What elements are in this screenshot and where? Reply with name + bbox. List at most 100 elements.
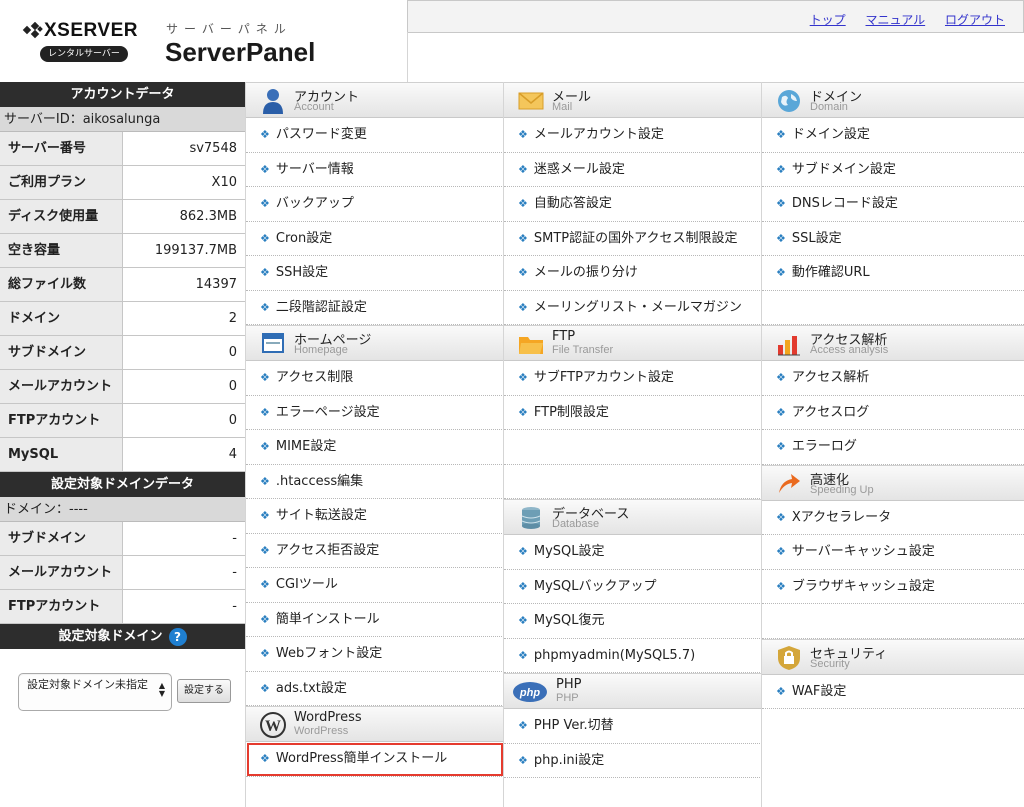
menu-item[interactable]: ❖ Cron設定: [246, 222, 504, 256]
menu-item-label: Cron設定: [275, 230, 333, 246]
menu-arrow-icon: ❖: [776, 405, 786, 419]
menu-item[interactable]: ❖ Xアクセラレータ: [762, 501, 1024, 535]
section-header-security: セキュリティ Security: [762, 638, 1024, 675]
menu-item-label: 二段階認証設定: [275, 299, 367, 315]
menu-item[interactable]: ❖ Webフォント設定: [246, 637, 504, 672]
menu-item[interactable]: ❖ パスワード変更: [246, 118, 504, 153]
empty-menu-cell: [504, 465, 762, 499]
section-title: FTP: [552, 329, 576, 344]
menu-item[interactable]: ❖ ads.txt設定: [246, 672, 504, 706]
menu-item-label: サーバー情報: [275, 161, 354, 177]
target-domain-select[interactable]: 設定対象ドメイン未指定 ▲ ▼: [18, 673, 172, 711]
menu-item-label: ブラウザキャッシュ設定: [791, 578, 935, 594]
menu-arrow-icon: ❖: [260, 543, 270, 557]
menu-item-label: 動作確認URL: [791, 265, 870, 280]
section-subtitle: WordPress: [294, 725, 349, 737]
section-title: PHP: [556, 677, 582, 692]
top-link-logout[interactable]: ログアウト: [945, 13, 1005, 27]
section-subtitle: PHP: [556, 692, 579, 704]
menu-item[interactable]: ❖ サーバーキャッシュ設定: [762, 535, 1024, 570]
menu-item[interactable]: ❖ PHP Ver.切替: [504, 709, 762, 744]
section-header-wordpress: W WordPress WordPress: [246, 706, 504, 742]
side-row-value: 14397: [123, 268, 245, 301]
menu-arrow-icon: ❖: [518, 753, 528, 767]
menu-item[interactable]: ❖ ドメイン設定: [762, 118, 1024, 153]
menu-item-label: DNSレコード設定: [791, 196, 898, 211]
menu-item[interactable]: ❖ バックアップ: [246, 187, 504, 222]
menu-item[interactable]: ❖ エラーログ: [762, 430, 1024, 465]
help-icon[interactable]: ?: [168, 627, 187, 646]
menu-item[interactable]: ❖ DNSレコード設定: [762, 187, 1024, 222]
target-domain-title: 設定対象ドメイン: [58, 629, 163, 644]
menu-item[interactable]: ❖ 迷惑メール設定: [504, 153, 762, 187]
section-header-file-transfer: FTP File Transfer: [504, 325, 762, 361]
menu-arrow-icon: ❖: [260, 752, 270, 765]
menu-item-label: アクセスログ: [791, 404, 870, 420]
menu-item[interactable]: ❖ MySQLバックアップ: [504, 570, 762, 604]
menu-item-label: PHP Ver.切替: [533, 718, 614, 733]
menu-item[interactable]: ❖ WordPress簡単インストール: [246, 742, 504, 777]
side-row-value: 2: [123, 302, 245, 335]
section-subtitle: Homepage: [294, 344, 348, 356]
domain-data-heading: 設定対象ドメインデータ: [0, 472, 245, 497]
menu-item[interactable]: ❖ php.ini設定: [504, 744, 762, 778]
top-links: トップ マニュアル ログアウト: [794, 11, 1005, 28]
menu-item[interactable]: ❖ エラーページ設定: [246, 396, 504, 430]
menu-item[interactable]: ❖ アクセスログ: [762, 396, 1024, 430]
menu-item[interactable]: ❖ サブFTPアカウント設定: [504, 361, 762, 396]
menu-item[interactable]: ❖ アクセス解析: [762, 361, 1024, 396]
menu-item[interactable]: ❖ WAF設定: [762, 675, 1024, 709]
menu-item[interactable]: ❖ SMTP認証の国外アクセス制限設定: [504, 222, 762, 256]
menu-item[interactable]: ❖ アクセス制限: [246, 361, 504, 396]
menu-item-label: サブFTPアカウント設定: [533, 370, 674, 385]
menu-item[interactable]: ❖ MySQL設定: [504, 535, 762, 570]
security-lock-icon: [776, 645, 802, 671]
menu-item-label: アクセス拒否設定: [275, 542, 380, 558]
menu-item[interactable]: ❖ メールアカウント設定: [504, 118, 762, 153]
menu-item[interactable]: ❖ phpmyadmin(MySQL5.7): [504, 639, 762, 673]
menu-item[interactable]: ❖ 二段階認証設定: [246, 291, 504, 325]
menu-item-label: .htaccess編集: [275, 473, 364, 489]
side-row-value: X10: [123, 166, 245, 199]
set-domain-button[interactable]: 設定する: [177, 679, 231, 703]
menu-item[interactable]: ❖ アクセス拒否設定: [246, 534, 504, 568]
menu-item[interactable]: ❖ SSL設定: [762, 222, 1024, 256]
menu-item-label: Webフォント設定: [275, 646, 383, 661]
menu-item[interactable]: ❖ FTP制限設定: [504, 396, 762, 430]
menu-item[interactable]: ❖ MySQL復元: [504, 604, 762, 639]
logo-area[interactable]: XSERVER レンタルサーバー サーバーパネル ServerPanel: [0, 0, 406, 82]
menu-item[interactable]: ❖ ブラウザキャッシュ設定: [762, 570, 1024, 604]
menu-item-label: ads.txt設定: [275, 680, 347, 696]
menu-item[interactable]: ❖ CGIツール: [246, 568, 504, 603]
menu-item[interactable]: ❖ サイト転送設定: [246, 499, 504, 534]
menu-arrow-icon: ❖: [518, 405, 528, 419]
menu-item[interactable]: ❖ 簡単インストール: [246, 603, 504, 637]
menu-column-2: メール Mail ❖ メールアカウント設定 ❖ 迷惑メール設定 ❖ 自動応答設定 ❖ SMTP認証…: [503, 82, 762, 807]
section-subtitle: Access analysis: [810, 344, 889, 356]
top-link-manual[interactable]: マニュアル: [866, 13, 926, 27]
top-link-home[interactable]: トップ: [810, 13, 846, 27]
account-data-heading: アカウントデータ: [0, 82, 245, 107]
menu-item[interactable]: ❖ .htaccess編集: [246, 465, 504, 499]
menu-item[interactable]: ❖ メーリングリスト・メールマガジン: [504, 291, 762, 325]
side-row-value: 0: [123, 336, 245, 369]
menu-item[interactable]: ❖ サブドメイン設定: [762, 153, 1024, 187]
menu-item[interactable]: ❖ メールの振り分け: [504, 256, 762, 291]
panel-title: ServerPanel: [165, 37, 316, 67]
section-subtitle: Database: [552, 518, 600, 530]
menu-item[interactable]: ❖ 自動応答設定: [504, 187, 762, 222]
menu-item[interactable]: ❖ 動作確認URL: [762, 256, 1024, 291]
menu-item[interactable]: ❖ MIME設定: [246, 430, 504, 465]
side-row: FTPアカウント -: [0, 590, 245, 624]
menu-arrow-icon: ❖: [518, 162, 528, 176]
main-menu-grid: アカウント Account ❖ パスワード変更 ❖ サーバー情報 ❖ バックアップ ❖ Cron設…: [245, 82, 1024, 807]
menu-arrow-icon: ❖: [776, 162, 786, 176]
wordpress-icon: W: [260, 712, 286, 738]
menu-item[interactable]: ❖ SSH設定: [246, 256, 504, 291]
menu-item-label: メールアカウント設定: [533, 127, 664, 142]
menu-item-label: サブドメイン設定: [791, 161, 896, 177]
menu-arrow-icon: ❖: [776, 440, 786, 453]
menu-arrow-icon: ❖: [776, 266, 786, 279]
menu-item[interactable]: ❖ サーバー情報: [246, 153, 504, 187]
section-subtitle: Security: [810, 657, 850, 670]
